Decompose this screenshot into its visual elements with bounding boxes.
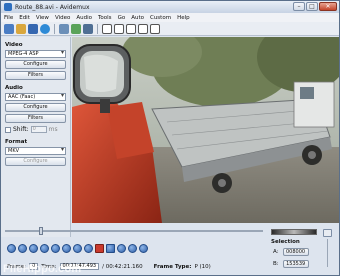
volume-slider-thumb[interactable] <box>323 229 332 237</box>
next-frame-icon[interactable] <box>40 244 49 253</box>
volume-slider[interactable] <box>323 229 335 269</box>
open-folder-icon[interactable] <box>16 23 26 34</box>
toolbar-separator <box>97 23 98 34</box>
playback-controls <box>7 244 148 253</box>
menu-file[interactable]: File <box>4 15 13 21</box>
play-icon[interactable] <box>7 244 16 253</box>
shift-checkbox[interactable] <box>5 126 11 133</box>
selection-b-label: B: <box>273 261 279 267</box>
selection-b-row: B: 153539 <box>273 260 309 268</box>
avidemux-icon <box>4 3 12 11</box>
open-icon[interactable] <box>4 23 14 34</box>
frame-type-value: P (10) <box>194 263 211 270</box>
view-full-icon[interactable] <box>150 23 160 34</box>
selection-b-button[interactable]: 153539 <box>282 260 309 268</box>
next-keyframe-icon[interactable] <box>62 244 71 253</box>
title-bar: Route_88.avi - Avidemux – □ ✕ <box>1 1 339 13</box>
view-side-icon[interactable] <box>126 23 136 34</box>
close-icon[interactable]: ✕ <box>319 2 337 11</box>
menu-edit[interactable]: Edit <box>19 15 30 21</box>
prev-frame-icon[interactable] <box>29 244 38 253</box>
timeline-thumb[interactable] <box>39 227 43 235</box>
menu-bar: File Edit View Video Audio Tools Go Auto… <box>1 13 339 22</box>
menu-go[interactable]: Go <box>118 15 126 21</box>
prev-keyframe-icon[interactable] <box>51 244 60 253</box>
menu-auto[interactable]: Auto <box>131 15 144 21</box>
video-codec-select[interactable]: MPEG-4 ASP <box>5 50 66 58</box>
film-icon[interactable] <box>83 23 93 34</box>
app-window: Route_88.avi - Avidemux – □ ✕ File Edit … <box>0 0 340 276</box>
toolbar-separator <box>54 23 55 34</box>
timeline-slider[interactable] <box>5 227 263 235</box>
selection-label: Selection <box>271 239 300 245</box>
goto-end-icon[interactable] <box>139 244 148 253</box>
marker-a-icon[interactable] <box>73 244 82 253</box>
save-icon[interactable] <box>28 23 38 34</box>
toolbar <box>1 22 339 36</box>
marker-b-icon[interactable] <box>84 244 93 253</box>
maximize-icon[interactable]: □ <box>306 2 318 11</box>
info-icon[interactable] <box>40 23 50 34</box>
menu-help[interactable]: Help <box>177 15 190 21</box>
goto-start-icon[interactable] <box>106 244 115 253</box>
format-select[interactable]: MKV <box>5 147 66 155</box>
timeline-track <box>5 230 263 232</box>
stop-icon[interactable] <box>18 244 27 253</box>
menu-audio[interactable]: Audio <box>76 15 92 21</box>
selection-a-row: A: 008000 <box>273 248 309 256</box>
codec-panel: Video MPEG-4 ASP Configure Filters Audio… <box>1 37 71 237</box>
video-frame <box>72 37 339 223</box>
audio-shift-row: Shift: 0 ms <box>5 125 66 134</box>
duration-text: / 00:42:21.160 <box>102 263 143 270</box>
video-preview <box>72 37 339 223</box>
selection-a-button[interactable]: 008000 <box>282 248 309 256</box>
view-source-icon[interactable] <box>102 23 112 34</box>
selection-a-label: A: <box>273 249 279 255</box>
menu-custom[interactable]: Custom <box>150 15 171 21</box>
watermark: FileHippo.com <box>3 263 82 275</box>
frame-type-label: Frame Type: <box>153 263 192 270</box>
volume-slider-track <box>327 239 328 267</box>
audio-codec-select[interactable]: AAC (Faac) <box>5 93 66 101</box>
minimize-icon[interactable]: – <box>293 2 305 11</box>
shift-unit: ms <box>48 126 58 133</box>
view-top-icon[interactable] <box>138 23 148 34</box>
video-filters-button[interactable]: Filters <box>5 71 66 80</box>
audio-filters-button[interactable]: Filters <box>5 114 66 123</box>
calculator-icon[interactable] <box>59 23 69 34</box>
save-image-icon[interactable] <box>71 23 81 34</box>
record-icon[interactable] <box>95 244 104 253</box>
next-black-icon[interactable] <box>128 244 137 253</box>
shift-label: Shift: <box>13 126 29 133</box>
menu-tools[interactable]: Tools <box>98 15 112 21</box>
view-output-icon[interactable] <box>114 23 124 34</box>
shift-input[interactable]: 0 <box>30 126 47 133</box>
menu-video[interactable]: Video <box>55 15 70 21</box>
menu-view[interactable]: View <box>36 15 49 21</box>
prev-black-icon[interactable] <box>117 244 126 253</box>
format-configure-button[interactable]: Configure <box>5 157 66 166</box>
format-section-label: Format <box>5 139 28 145</box>
video-configure-button[interactable]: Configure <box>5 60 66 69</box>
audio-configure-button[interactable]: Configure <box>5 103 66 112</box>
volume-meter <box>271 229 317 235</box>
window-title: Route_88.avi - Avidemux <box>15 3 90 11</box>
audio-section-label: Audio <box>5 85 23 91</box>
video-section-label: Video <box>5 42 23 48</box>
